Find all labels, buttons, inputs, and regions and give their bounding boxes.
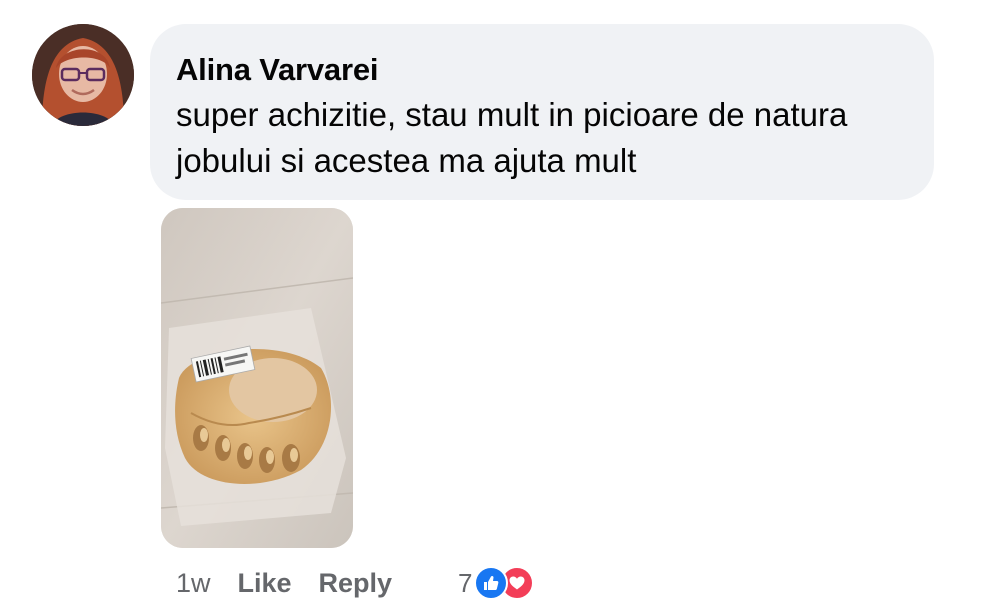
like-icon <box>474 566 509 600</box>
author-name[interactable]: Alina Varvarei <box>176 50 906 90</box>
comment-actions: 1w Like Reply <box>176 563 419 603</box>
reaction-summary[interactable]: 7 <box>458 565 535 601</box>
attached-photo[interactable] <box>161 208 353 548</box>
comment: Alina Varvarei super achizitie, stau mul… <box>0 0 987 606</box>
reaction-count: 7 <box>458 567 473 598</box>
comment-bubble: Alina Varvarei super achizitie, stau mul… <box>150 24 934 200</box>
reply-button[interactable]: Reply <box>319 568 393 599</box>
comment-text: super achizitie, stau mult in picioare d… <box>176 96 848 179</box>
comment-timestamp[interactable]: 1w <box>176 568 211 599</box>
author-avatar[interactable] <box>32 24 134 126</box>
like-button[interactable]: Like <box>238 568 292 599</box>
